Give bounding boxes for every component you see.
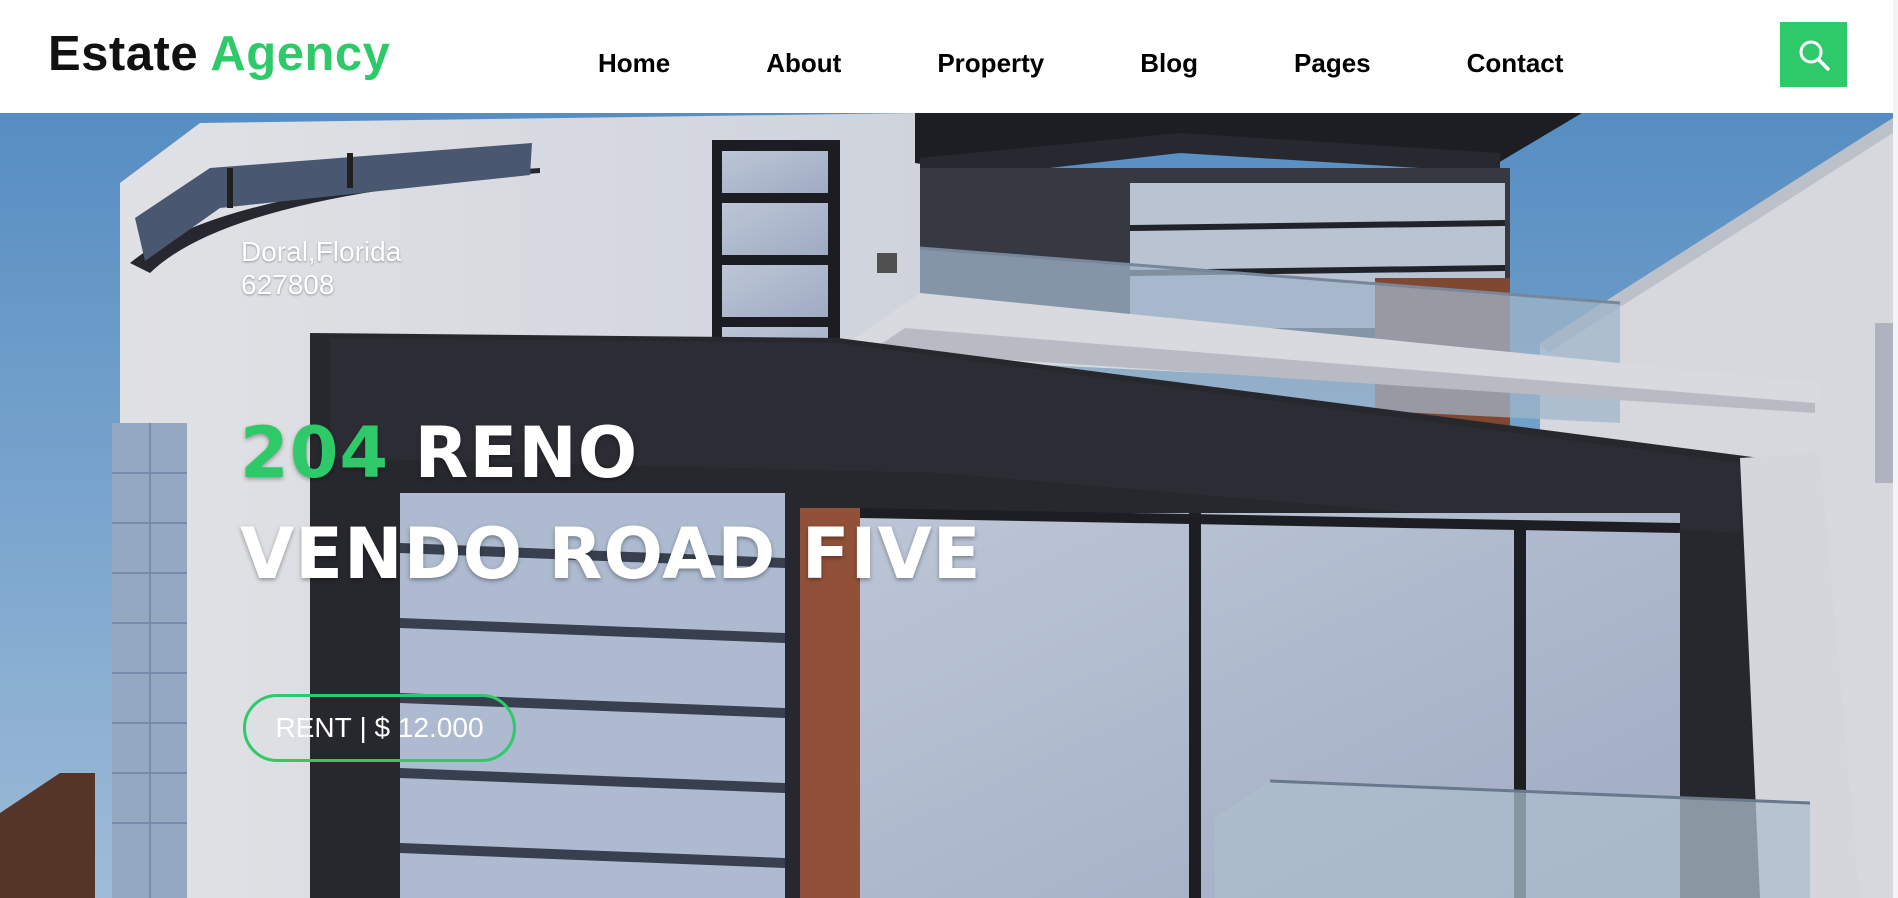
nav-property[interactable]: Property: [937, 48, 1044, 79]
title-number: 204: [240, 412, 390, 494]
nav-contact[interactable]: Contact: [1467, 48, 1564, 79]
location-zip: 627808: [241, 269, 335, 300]
location-city: Doral,Florida: [241, 236, 402, 267]
nav-home[interactable]: Home: [598, 48, 670, 79]
title-line1-rest: RENO: [414, 412, 639, 494]
property-title: 204 RENO VENDO ROAD FIVE: [240, 403, 982, 605]
brand-first-word: Estate: [48, 27, 199, 81]
price-value: $ 12.000: [374, 712, 484, 743]
brand-logo[interactable]: Estate Agency: [48, 26, 390, 82]
brand-second-word: Agency: [210, 27, 391, 81]
price-separator: |: [351, 712, 375, 743]
price-button[interactable]: RENT | $ 12.000: [243, 694, 516, 762]
price-type: RENT: [275, 712, 352, 743]
main-nav: Home About Property Blog Pages Contact: [550, 48, 1611, 79]
nav-blog[interactable]: Blog: [1140, 48, 1198, 79]
nav-about[interactable]: About: [766, 48, 841, 79]
search-button[interactable]: [1780, 22, 1847, 87]
top-navbar: Estate Agency Home About Property Blog P…: [0, 0, 1898, 113]
nav-pages[interactable]: Pages: [1294, 48, 1371, 79]
hero-banner: Doral,Florida 627808 204 RENO VENDO ROAD…: [0, 113, 1893, 898]
title-line2: VENDO ROAD FIVE: [240, 513, 982, 595]
property-location: Doral,Florida 627808: [241, 235, 401, 301]
page-scrollbar[interactable]: [1893, 0, 1898, 898]
search-icon: [1799, 40, 1830, 71]
